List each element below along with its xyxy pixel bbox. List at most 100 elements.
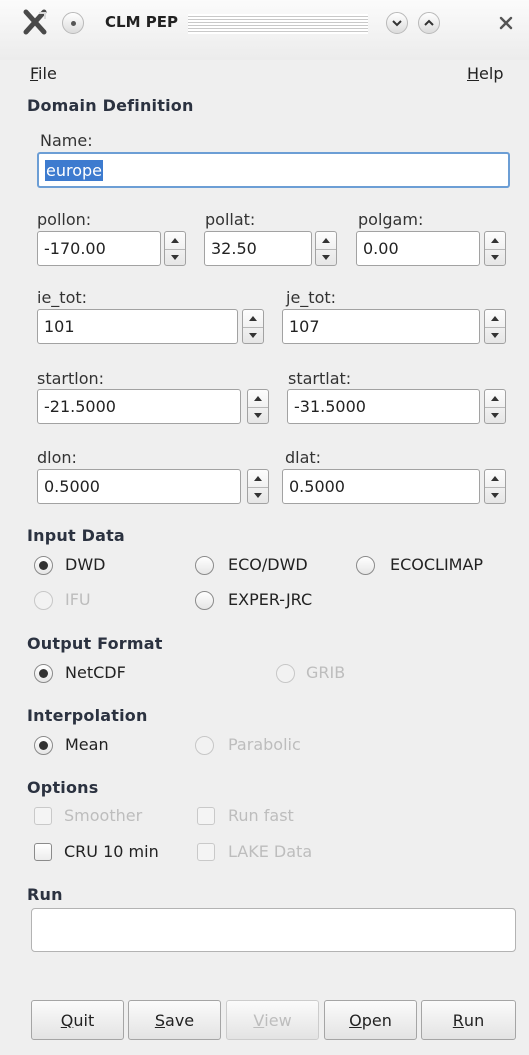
radio-ifu-label: IFU — [65, 590, 91, 609]
dlon-value: 0.5000 — [44, 477, 100, 496]
open-button[interactable]: Open — [324, 1000, 417, 1040]
radio-exper-jrc[interactable] — [195, 591, 214, 610]
polgam-input[interactable]: 0.00 — [356, 231, 480, 266]
close-icon[interactable] — [495, 12, 517, 34]
radio-mean-label: Mean — [65, 735, 109, 754]
spin-down-icon[interactable] — [485, 326, 505, 345]
save-button[interactable]: Save — [128, 1000, 221, 1040]
checkbox-lake-data-label: LAKE Data — [228, 842, 313, 861]
run-button[interactable]: Run — [421, 1000, 516, 1040]
name-input-value: europe — [45, 159, 103, 181]
options-heading: Options — [27, 778, 99, 797]
spin-down-icon[interactable] — [248, 406, 268, 425]
checkbox-smoother — [34, 807, 52, 825]
dlon-input[interactable]: 0.5000 — [37, 469, 241, 504]
dlon-spinner[interactable] — [247, 469, 269, 504]
run-rest: un — [463, 1010, 485, 1030]
checkbox-lake-data — [197, 843, 215, 861]
spin-up-icon[interactable] — [485, 470, 505, 487]
menu-help[interactable]: Help — [467, 64, 503, 83]
view-rest: iew — [264, 1010, 292, 1030]
spin-up-icon[interactable] — [243, 310, 263, 327]
menu-file-rest: ile — [38, 64, 57, 83]
spin-down-icon[interactable] — [243, 326, 263, 345]
je-tot-input[interactable]: 107 — [282, 309, 480, 344]
spin-up-icon[interactable] — [316, 232, 336, 249]
minimize-icon[interactable] — [386, 12, 408, 34]
startlon-spinner[interactable] — [247, 389, 269, 424]
maximize-icon[interactable] — [418, 12, 440, 34]
radio-dwd-label: DWD — [65, 555, 106, 574]
pollat-value: 32.50 — [211, 239, 257, 258]
radio-netcdf-label: NetCDF — [65, 663, 126, 682]
pollon-input[interactable]: -170.00 — [37, 231, 161, 266]
spin-down-icon[interactable] — [485, 486, 505, 505]
je-tot-spinner[interactable] — [484, 309, 506, 344]
radio-ecoclimap[interactable] — [356, 556, 375, 575]
polgam-value: 0.00 — [363, 239, 399, 258]
checkbox-run-fast-label: Run fast — [228, 806, 294, 825]
view-button: View — [226, 1000, 319, 1040]
radio-mean[interactable] — [34, 736, 53, 755]
polgam-spinner[interactable] — [484, 231, 506, 266]
window-title: CLM PEP — [105, 13, 178, 31]
spin-up-icon[interactable] — [485, 232, 505, 249]
startlat-label: startlat: — [288, 369, 352, 388]
checkbox-smoother-label: Smoother — [64, 806, 143, 825]
ie-tot-spinner[interactable] — [242, 309, 264, 344]
startlat-input[interactable]: -31.5000 — [287, 389, 480, 424]
dlat-input[interactable]: 0.5000 — [282, 469, 480, 504]
spin-down-icon[interactable] — [165, 248, 185, 267]
kde-x-icon[interactable] — [22, 9, 48, 35]
quit-mnemonic: Q — [60, 1010, 74, 1030]
quit-button[interactable]: Quit — [31, 1000, 124, 1040]
pollon-label: pollon: — [37, 210, 92, 229]
startlat-value: -31.5000 — [294, 397, 366, 416]
spin-down-icon[interactable] — [316, 248, 336, 267]
dlat-value: 0.5000 — [289, 477, 345, 496]
menu-help-rest: elp — [479, 64, 504, 83]
output-format-heading: Output Format — [27, 634, 163, 653]
name-label: Name: — [40, 131, 93, 150]
dlat-label: dlat: — [285, 448, 322, 467]
save-mnemonic: S — [154, 1010, 166, 1030]
checkbox-cru-10-min[interactable] — [34, 843, 52, 861]
spin-down-icon[interactable] — [485, 406, 505, 425]
radio-dwd[interactable] — [34, 556, 53, 575]
run-heading: Run — [27, 885, 63, 904]
pollat-input[interactable]: 32.50 — [204, 231, 312, 266]
radio-grib — [276, 664, 295, 683]
spin-up-icon[interactable] — [248, 470, 268, 487]
open-rest: pen — [361, 1010, 392, 1030]
menu-dot-icon[interactable] — [62, 12, 84, 34]
dlon-label: dlon: — [37, 448, 77, 467]
ie-tot-input[interactable]: 101 — [37, 309, 238, 344]
spin-up-icon[interactable] — [485, 310, 505, 327]
menu-file[interactable]: File — [30, 64, 57, 83]
radio-eco-dwd-label: ECO/DWD — [228, 555, 308, 574]
spin-down-icon[interactable] — [485, 248, 505, 267]
radio-grib-label: GRIB — [306, 663, 346, 682]
spin-down-icon[interactable] — [248, 486, 268, 505]
dlat-spinner[interactable] — [484, 469, 506, 504]
name-input[interactable]: europe — [37, 152, 510, 188]
startlat-spinner[interactable] — [484, 389, 506, 424]
spin-up-icon[interactable] — [485, 390, 505, 407]
menu-help-mnemonic: H — [467, 64, 480, 83]
startlon-label: startlon: — [37, 369, 105, 388]
radio-ifu — [34, 591, 53, 610]
spin-up-icon[interactable] — [165, 232, 185, 249]
radio-netcdf[interactable] — [34, 664, 53, 683]
spin-up-icon[interactable] — [248, 390, 268, 407]
je-tot-label: je_tot: — [286, 288, 337, 307]
pollat-spinner[interactable] — [315, 231, 337, 266]
radio-eco-dwd[interactable] — [195, 556, 214, 575]
ie-tot-label: ie_tot: — [37, 288, 88, 307]
startlon-value: -21.5000 — [44, 397, 116, 416]
save-rest: ave — [165, 1010, 195, 1030]
title-decoration — [188, 14, 368, 34]
menu-file-mnemonic: F — [30, 64, 39, 83]
pollon-spinner[interactable] — [164, 231, 186, 266]
startlon-input[interactable]: -21.5000 — [37, 389, 241, 424]
run-output-box — [31, 908, 516, 952]
